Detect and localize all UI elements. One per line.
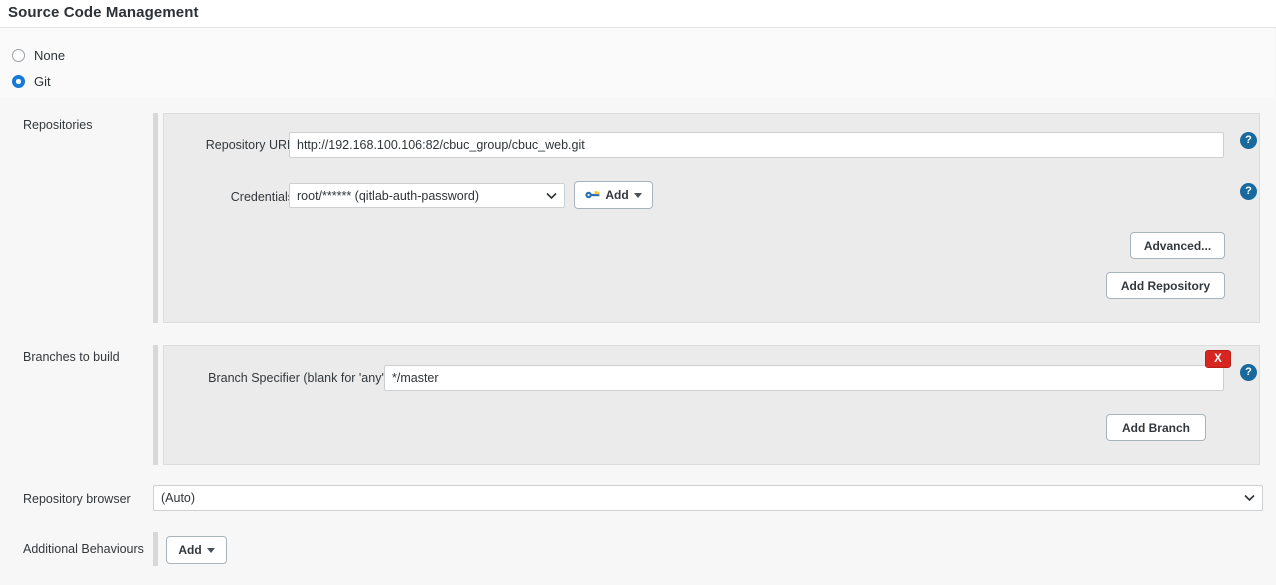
branches-panel: Branch Specifier (blank for 'any') Add B… bbox=[163, 345, 1260, 465]
key-icon bbox=[585, 191, 600, 199]
chevron-down-icon bbox=[206, 547, 215, 553]
add-repository-button-label: Add Repository bbox=[1120, 278, 1211, 293]
additional-behaviours-accent-bar bbox=[153, 532, 158, 566]
credentials-label: Credentials bbox=[230, 190, 294, 204]
add-branch-button-label: Add Branch bbox=[1121, 420, 1190, 435]
add-credentials-button[interactable]: Add bbox=[574, 181, 653, 209]
repositories-row-label: Repositories bbox=[23, 118, 93, 132]
branches-accent-bar bbox=[153, 345, 158, 465]
branch-specifier-help-icon[interactable]: ? bbox=[1240, 364, 1257, 381]
delete-branch-button[interactable]: X bbox=[1205, 350, 1231, 368]
additional-behaviours-row-label: Additional Behaviours bbox=[23, 542, 144, 556]
repository-browser-row-label: Repository browser bbox=[23, 492, 131, 506]
page-title: Source Code Management bbox=[8, 4, 199, 21]
add-credentials-label: Add bbox=[605, 188, 629, 202]
add-repository-button[interactable]: Add Repository bbox=[1106, 272, 1225, 299]
credentials-select[interactable]: root/****** (qitlab-auth-password) bbox=[289, 183, 565, 208]
advanced-button-label: Advanced... bbox=[1143, 238, 1212, 253]
add-behaviour-button-label: Add bbox=[178, 543, 202, 557]
scm-option-none[interactable]: None bbox=[12, 48, 65, 63]
credentials-help-icon[interactable]: ? bbox=[1240, 183, 1257, 200]
branches-row-label: Branches to build bbox=[23, 350, 120, 364]
credentials-selected-value: root/****** (qitlab-auth-password) bbox=[297, 188, 480, 203]
chevron-down-icon bbox=[546, 192, 557, 199]
repository-url-label: Repository URL bbox=[205, 138, 294, 152]
branch-specifier-label: Branch Specifier (blank for 'any') bbox=[208, 371, 388, 385]
scm-config-page: Source Code Management None Git Reposito… bbox=[0, 0, 1276, 585]
repositories-accent-bar bbox=[153, 113, 158, 323]
section-header: Source Code Management bbox=[0, 0, 1276, 28]
radio-none-label: None bbox=[34, 48, 66, 63]
repository-url-help-icon[interactable]: ? bbox=[1240, 132, 1257, 149]
scm-radio-group: None Git bbox=[0, 28, 1276, 98]
branch-specifier-input[interactable] bbox=[384, 365, 1224, 391]
add-behaviour-button[interactable]: Add bbox=[166, 536, 227, 564]
repository-url-input[interactable] bbox=[289, 132, 1224, 158]
advanced-button[interactable]: Advanced... bbox=[1130, 232, 1225, 259]
chevron-down-icon bbox=[633, 192, 642, 198]
radio-git-icon[interactable] bbox=[12, 75, 25, 88]
radio-none-icon[interactable] bbox=[12, 49, 25, 62]
repository-browser-select[interactable]: (Auto) bbox=[153, 485, 1263, 511]
repository-browser-selected-value: (Auto) bbox=[161, 491, 196, 505]
scm-option-git[interactable]: Git bbox=[12, 74, 51, 89]
radio-git-label: Git bbox=[34, 74, 51, 89]
add-branch-button[interactable]: Add Branch bbox=[1106, 414, 1206, 441]
repositories-panel: Repository URL Credentials root/****** (… bbox=[163, 113, 1260, 323]
chevron-down-icon bbox=[1244, 494, 1255, 502]
